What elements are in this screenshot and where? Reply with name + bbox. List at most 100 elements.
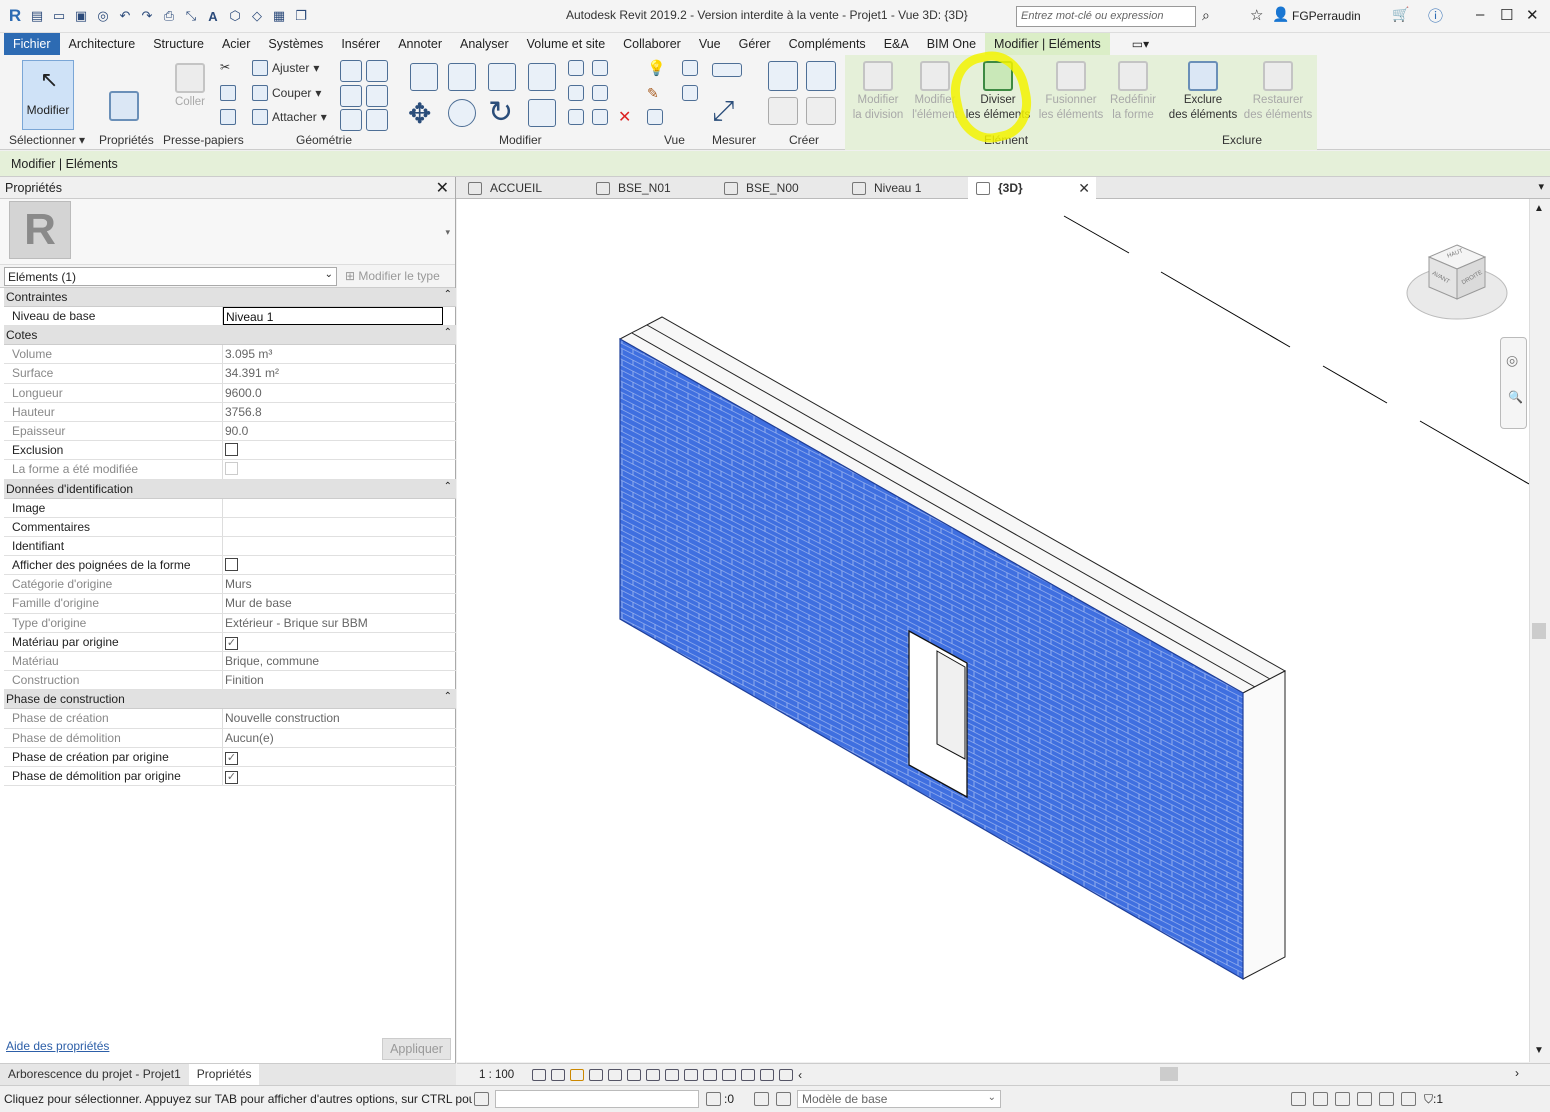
temp-view-properties-icon[interactable]	[722, 1068, 737, 1081]
geometry-tool-3[interactable]	[340, 85, 362, 107]
sync-icon[interactable]: ◎	[94, 7, 112, 25]
copy-element-icon[interactable]	[448, 99, 476, 127]
checkbox[interactable]: ✓	[225, 751, 238, 765]
property-value[interactable]: ✓	[223, 633, 456, 651]
sun-path-icon[interactable]	[570, 1068, 585, 1081]
tab-inserer[interactable]: Insérer	[332, 33, 389, 55]
trim-icon[interactable]	[528, 99, 556, 127]
panel-selectionner[interactable]: Sélectionner ▾	[9, 133, 85, 147]
property-value[interactable]: ✓	[223, 748, 456, 766]
join-button[interactable]: Ajuster ▾	[252, 60, 319, 76]
geometry-tool-6[interactable]	[366, 109, 388, 131]
view-scale[interactable]: 1 : 100	[479, 1069, 514, 1081]
tab-menu-icon[interactable]: ▾	[1538, 180, 1544, 193]
star-icon[interactable]: ☆	[1250, 6, 1263, 24]
create-group-icon[interactable]	[768, 97, 798, 125]
3d-view-canvas[interactable]: HAUT AVANT DROITE ◎ 🔍	[457, 199, 1530, 1062]
modify-button[interactable]: ↖ Modifier	[22, 60, 74, 130]
select-pinned-icon[interactable]	[1335, 1092, 1351, 1106]
tab-bim-one[interactable]: BIM One	[918, 33, 985, 55]
delete-icon[interactable]: ✕	[618, 107, 631, 127]
binoculars-icon[interactable]: ⌕	[1202, 7, 1210, 24]
property-group-header[interactable]: Données d'identification ⌃	[4, 479, 456, 499]
checkbox[interactable]	[225, 443, 238, 457]
drag-elements-icon[interactable]	[1379, 1092, 1395, 1106]
create-similar-icon[interactable]	[806, 97, 836, 125]
checkbox[interactable]	[225, 558, 238, 572]
text-icon[interactable]: A	[204, 7, 222, 25]
redo-icon[interactable]: ↷	[138, 7, 156, 25]
tab-vue[interactable]: Vue	[690, 33, 730, 55]
tab-annoter[interactable]: Annoter	[389, 33, 451, 55]
property-value[interactable]	[223, 556, 456, 574]
view-tab-accueil[interactable]: ACCUEIL	[460, 177, 550, 199]
array-icon[interactable]	[568, 85, 584, 101]
geometry-tool-2[interactable]	[366, 60, 388, 82]
tab-acier[interactable]: Acier	[213, 33, 259, 55]
view-tab-bse-n01[interactable]: BSE_N01	[588, 177, 679, 199]
crop-view-icon[interactable]	[646, 1068, 661, 1081]
minimize-icon[interactable]: –	[1476, 6, 1484, 23]
linework-icon[interactable]	[682, 85, 698, 101]
exclude-parts-button[interactable]: Exclure des éléments	[1166, 61, 1240, 123]
tab-analyser[interactable]: Analyser	[451, 33, 518, 55]
user-name[interactable]: FGPerraudin	[1292, 9, 1361, 23]
view-tab-niveau-1[interactable]: Niveau 1	[844, 177, 929, 199]
open-icon[interactable]: ▭	[50, 7, 68, 25]
save-icon[interactable]: ▣	[72, 7, 90, 25]
paste-button[interactable]: Coller	[166, 63, 214, 110]
highlight-displacement-icon[interactable]	[760, 1068, 775, 1081]
property-value[interactable]: ✓	[223, 767, 456, 785]
tab-ea[interactable]: E&A	[875, 33, 918, 55]
undo-icon[interactable]: ↶	[116, 7, 134, 25]
collapse-icon[interactable]: ⌃	[444, 327, 452, 338]
scroll-down-icon[interactable]: ▼	[1534, 1045, 1544, 1056]
properties-button[interactable]	[104, 91, 144, 123]
checkbox[interactable]: ✓	[225, 636, 238, 650]
split-icon[interactable]	[568, 60, 584, 76]
tab-modifier-elements[interactable]: Modifier | Eléments	[985, 33, 1110, 55]
shadows-icon[interactable]	[589, 1068, 604, 1081]
viewcube[interactable]: HAUT AVANT DROITE	[1405, 241, 1509, 327]
move-icon[interactable]: ✥	[408, 97, 431, 130]
tab-complements[interactable]: Compléments	[780, 33, 875, 55]
tab-collaborer[interactable]: Collaborer	[614, 33, 690, 55]
merge-parts-button[interactable]: Fusionner les éléments	[1036, 61, 1106, 123]
close-icon[interactable]: ✕	[1526, 6, 1539, 24]
analytical-model-icon[interactable]	[741, 1068, 756, 1081]
select-by-face-icon[interactable]	[1357, 1092, 1373, 1106]
view-tool-icon[interactable]	[682, 60, 698, 76]
property-value[interactable]	[223, 499, 456, 517]
steering-wheel-icon[interactable]: ◎	[1506, 352, 1518, 369]
editable-only-icon[interactable]	[706, 1092, 721, 1106]
collapse-icon[interactable]: ⌃	[444, 481, 452, 492]
mirror-axis-icon[interactable]	[488, 63, 516, 91]
tab-fichier[interactable]: Fichier	[4, 33, 60, 55]
3d-view-icon[interactable]: ⬡	[226, 7, 244, 25]
constraints-icon[interactable]	[779, 1068, 794, 1081]
revit-logo-icon[interactable]: R	[6, 6, 24, 25]
view-override-icon[interactable]	[647, 109, 663, 125]
measure-tool-icon[interactable]: ⤢	[712, 95, 734, 128]
copy-tool[interactable]	[220, 85, 236, 101]
collapse-icon[interactable]: ⌃	[444, 289, 452, 300]
align-icon[interactable]	[410, 63, 438, 91]
property-value[interactable]	[223, 518, 456, 536]
section-icon[interactable]: ◇	[248, 7, 266, 25]
filter-icon[interactable]: ⛉	[1424, 1092, 1433, 1107]
aligned-dimension-icon[interactable]	[712, 63, 742, 77]
scroll-right-icon[interactable]: ›	[1515, 1066, 1519, 1080]
type-dropdown-icon[interactable]: ▾	[445, 227, 450, 238]
mirror-draw-icon[interactable]	[528, 63, 556, 91]
cut-geometry-button[interactable]: Couper ▾	[252, 85, 321, 101]
close-tab-icon[interactable]: ✕	[1078, 180, 1090, 197]
print-icon[interactable]: ⎙	[160, 7, 178, 25]
property-value[interactable]	[223, 441, 456, 459]
cart-icon[interactable]: 🛒	[1392, 6, 1409, 23]
collapse-icon[interactable]: ⌃	[444, 691, 452, 702]
search-input[interactable]: Entrez mot-clé ou expression	[1016, 6, 1196, 27]
geometry-tool-4[interactable]	[366, 85, 388, 107]
select-links-icon[interactable]	[1291, 1092, 1307, 1106]
attach-button[interactable]: Attacher ▾	[252, 109, 327, 125]
zoom-icon[interactable]: 🔍	[1508, 390, 1523, 404]
